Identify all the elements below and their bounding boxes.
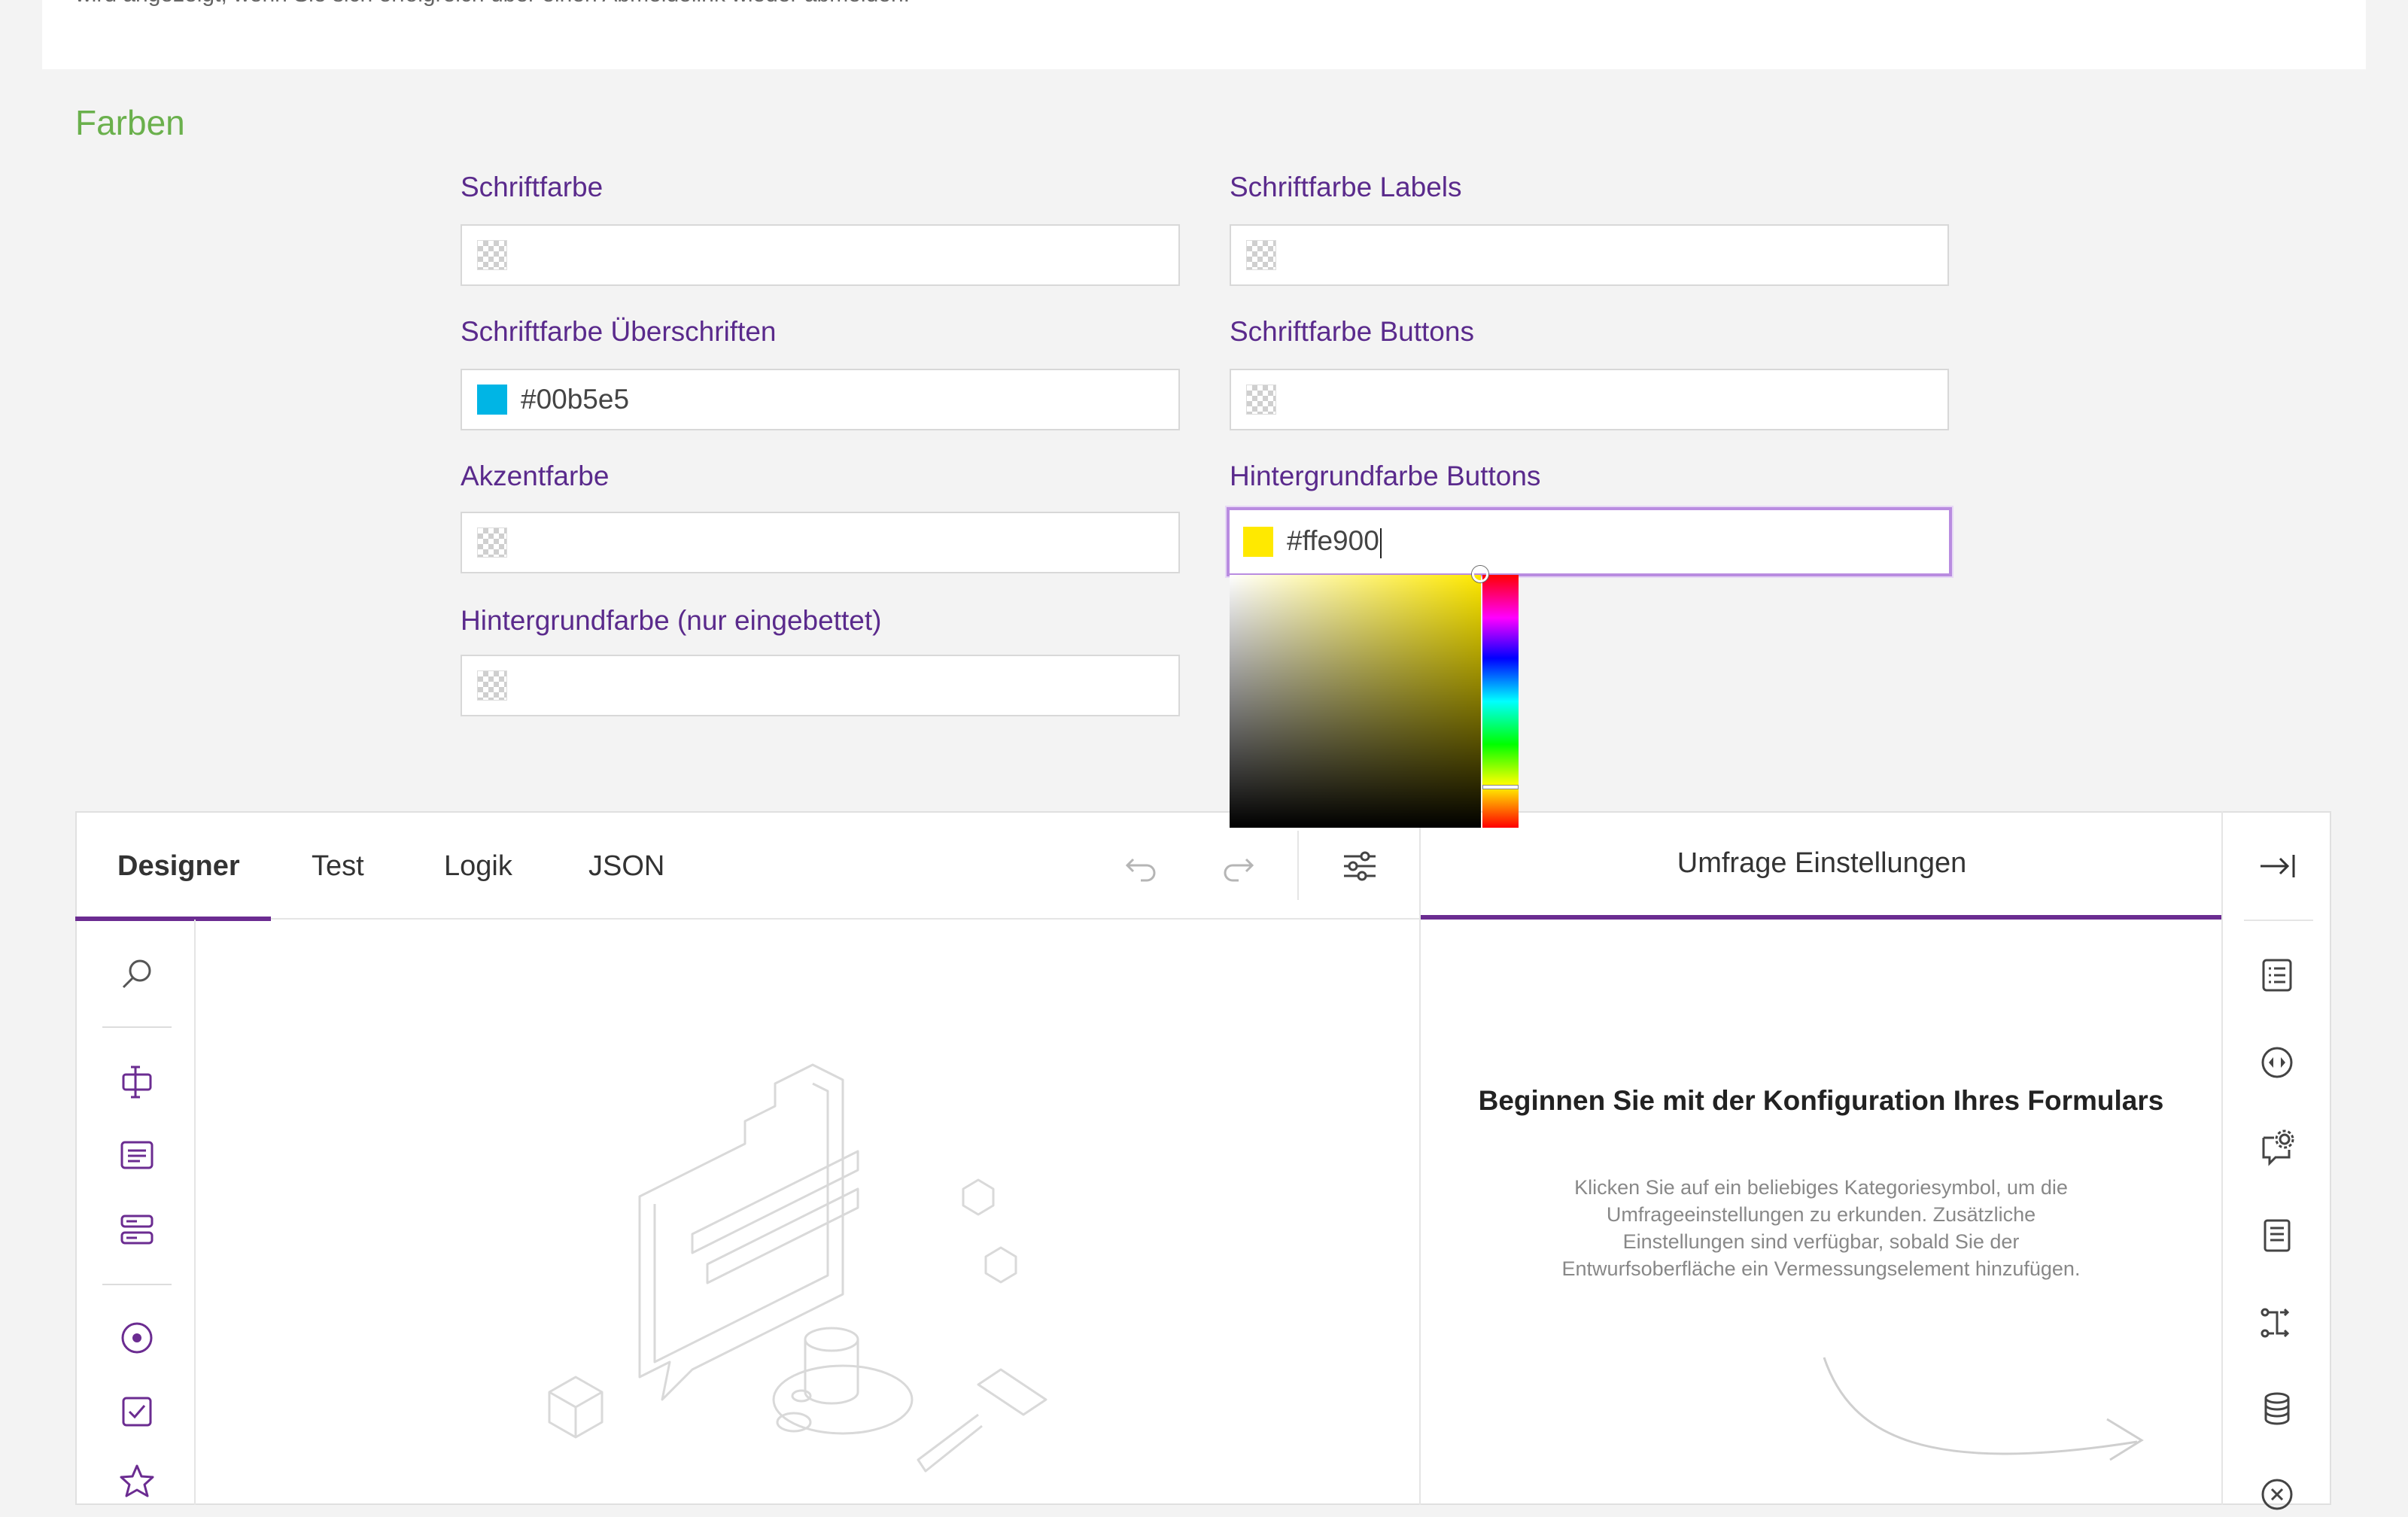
data-icon[interactable] [2254, 1386, 2300, 1431]
properties-header-label: Umfrage Einstellungen [1677, 847, 1967, 879]
logic-icon[interactable] [2254, 1040, 2300, 1085]
tab-designer[interactable]: Designer [117, 850, 240, 883]
checkbox-icon[interactable] [114, 1389, 160, 1434]
hue-slider[interactable] [1482, 575, 1519, 828]
button-background-color-swatch[interactable] [1243, 527, 1273, 557]
button-background-color-value[interactable]: #ffe900 [1287, 525, 1382, 558]
tab-logic[interactable]: Logik [444, 850, 512, 883]
pages-icon[interactable] [2254, 1213, 2300, 1258]
label-accent-color: Akzentfarbe [461, 461, 610, 491]
tab-json[interactable]: JSON [588, 850, 664, 883]
tab-test[interactable]: Test [312, 850, 364, 883]
accent-color-input[interactable] [461, 512, 1180, 573]
toolbox-separator [102, 1026, 172, 1028]
font-color-headings-value: #00b5e5 [521, 384, 630, 415]
saturation-area[interactable] [1230, 575, 1481, 828]
font-color-labels-swatch[interactable] [1246, 240, 1276, 270]
redo-icon[interactable] [1215, 843, 1261, 889]
empty-designer-illustration [548, 1063, 1047, 1473]
sidebar-top-border [2244, 920, 2313, 921]
text-caret [1379, 527, 1382, 558]
text-input-icon[interactable] [114, 1059, 160, 1105]
accent-color-swatch[interactable] [477, 527, 507, 558]
hint-arrow-illustration [1823, 1357, 2144, 1461]
collapse-right-icon[interactable] [2254, 843, 2301, 889]
button-background-color-input[interactable]: #ffe900 [1227, 507, 1952, 576]
font-color-headings-input[interactable]: #00b5e5 [461, 369, 1180, 430]
search-icon[interactable] [114, 953, 160, 998]
hue-handle[interactable] [1482, 785, 1519, 789]
sliders-icon[interactable] [1336, 843, 1383, 889]
comment-icon[interactable] [114, 1133, 160, 1178]
font-color-buttons-input[interactable] [1230, 369, 1949, 430]
page-left-margin [0, 0, 42, 1505]
font-color-labels-input[interactable] [1230, 224, 1949, 286]
undo-icon[interactable] [1118, 843, 1165, 889]
properties-empty-description: Klicken Sie auf ein beliebiges Kategorie… [1561, 1176, 2081, 1280]
font-color-buttons-swatch[interactable] [1246, 385, 1276, 415]
multiple-text-icon[interactable] [114, 1207, 160, 1252]
rating-icon[interactable] [114, 1460, 160, 1505]
previous-section-text: wird angezeigt, wenn Sie sich erfolgreic… [75, 0, 910, 8]
navigation-icon[interactable] [2254, 1300, 2300, 1345]
label-button-background-color: Hintergrundfarbe Buttons [1230, 461, 1541, 491]
validation-icon[interactable] [2254, 1472, 2300, 1517]
label-font-color-headings: Schriftfarbe Überschriften [461, 316, 777, 347]
toolbox-separator-2 [102, 1284, 172, 1285]
background-color-embedded-input[interactable] [461, 655, 1180, 716]
color-picker-popup[interactable] [1230, 566, 1519, 828]
saturation-handle[interactable] [1472, 566, 1488, 582]
general-icon[interactable] [2254, 953, 2300, 998]
radio-icon[interactable] [114, 1315, 160, 1360]
label-font-color-buttons: Schriftfarbe Buttons [1230, 316, 1474, 347]
font-color-swatch[interactable] [477, 240, 507, 270]
section-title-colors: Farben [75, 103, 185, 142]
properties-empty-title: Beginnen Sie mit der Konfiguration Ihres… [1478, 1085, 2164, 1116]
font-color-headings-swatch[interactable] [477, 385, 507, 415]
label-font-color-labels: Schriftfarbe Labels [1230, 172, 1462, 202]
label-background-color-embedded: Hintergrundfarbe (nur eingebettet) [461, 605, 882, 636]
label-font-color: Schriftfarbe [461, 172, 604, 202]
properties-sidebar-divider [2221, 811, 2223, 1505]
toolbar-separator [1297, 831, 1299, 900]
properties-header[interactable]: Umfrage Einstellungen [1421, 811, 2223, 920]
previous-section-card [42, 0, 2366, 69]
background-color-embedded-swatch[interactable] [477, 670, 507, 701]
questions-settings-icon[interactable] [2254, 1126, 2300, 1171]
font-color-input[interactable] [461, 224, 1180, 286]
